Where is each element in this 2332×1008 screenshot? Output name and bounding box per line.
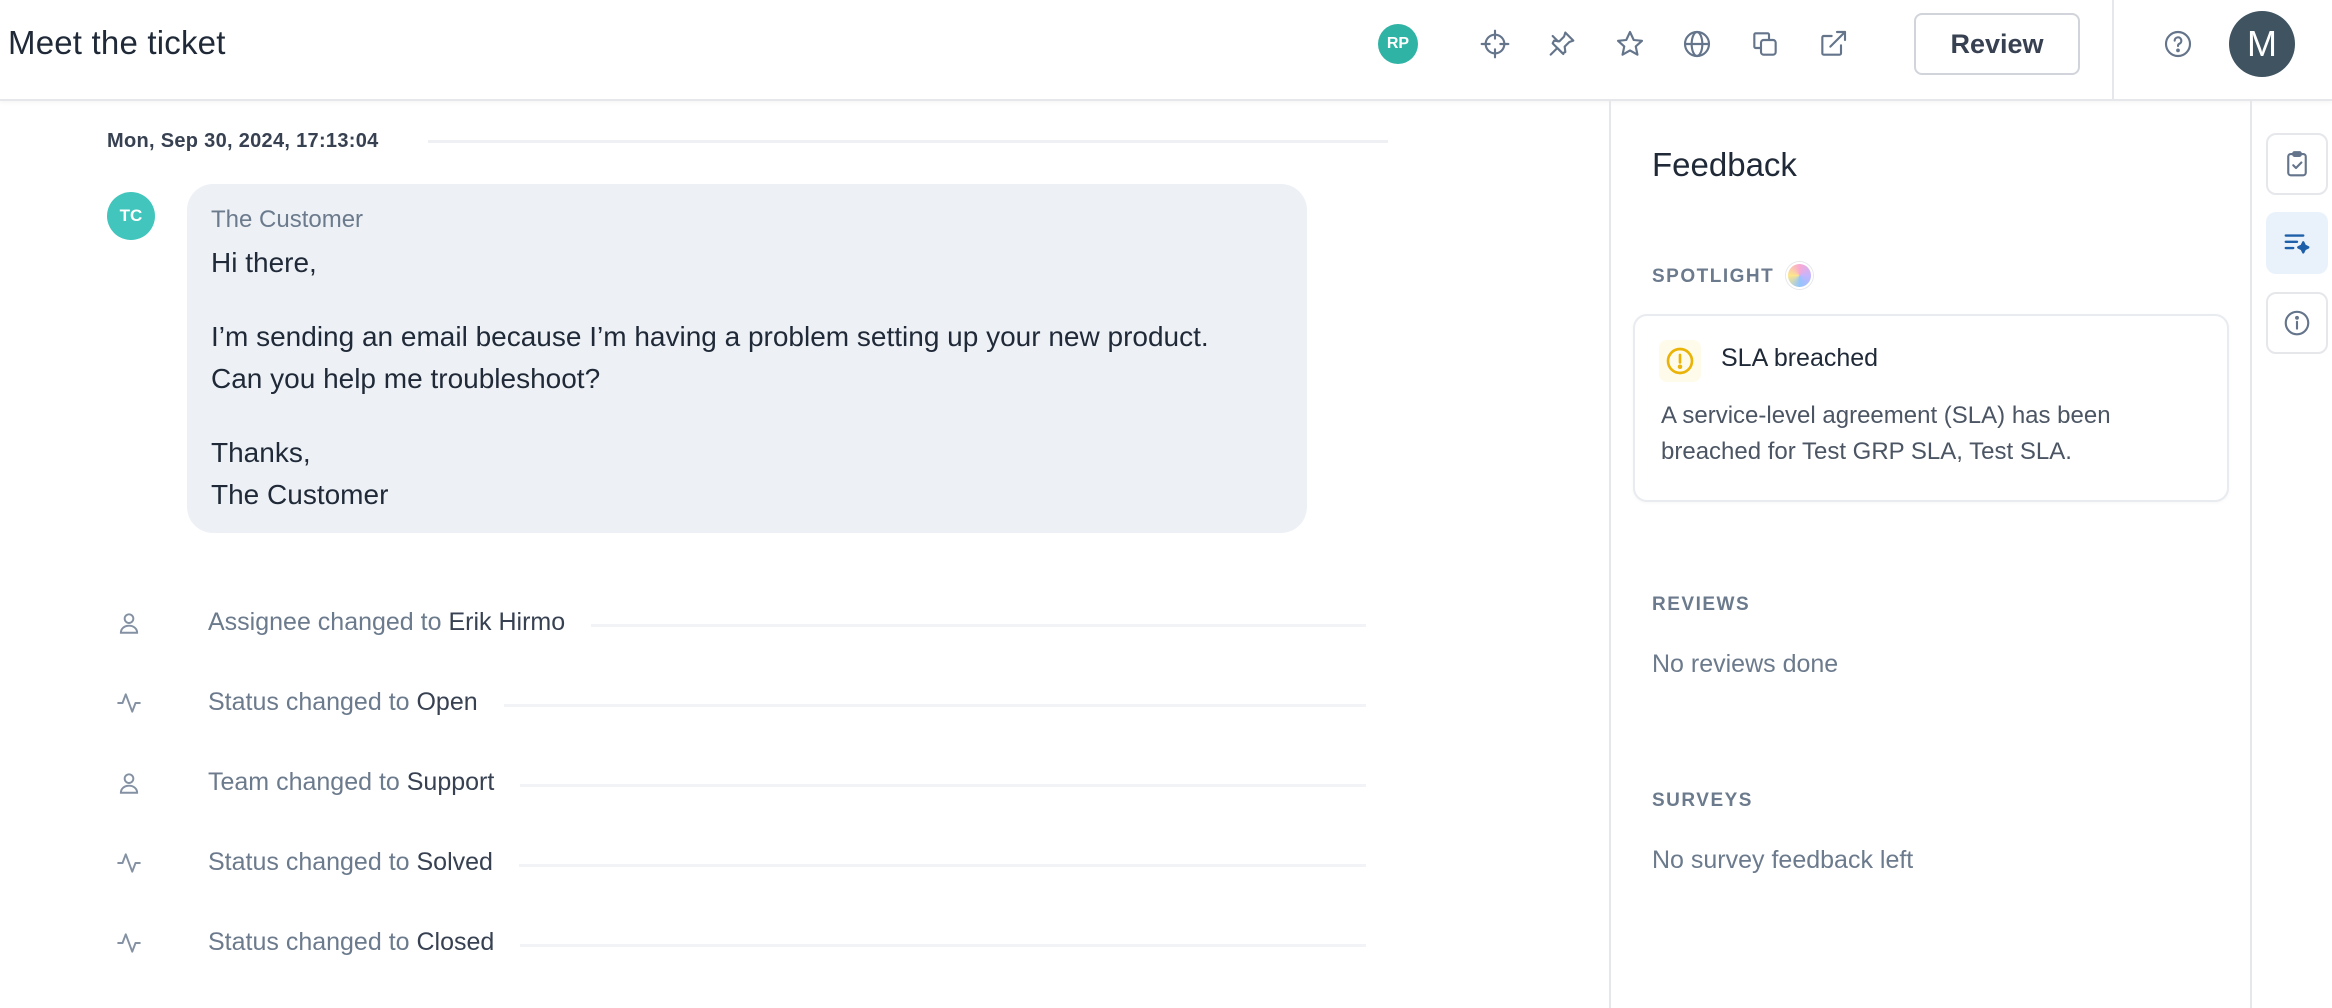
timestamp-divider [428, 140, 1388, 143]
feedback-title: Feedback [1652, 146, 1797, 183]
message-timestamp: Mon, Sep 30, 2024, 17:13:04 [107, 130, 379, 152]
event-row-assignee: Assignee changed to Erik Hirmo [110, 602, 1366, 642]
info-button[interactable] [2266, 292, 2328, 354]
info-icon [2284, 310, 2310, 336]
warning-icon [1659, 340, 1701, 382]
message-bubble: The Customer Hi there, I’m sending an em… [187, 184, 1307, 533]
clipboard-check-button[interactable] [2266, 133, 2328, 195]
sla-card-title: SLA breached [1721, 344, 1879, 372]
user-avatar[interactable]: M [2229, 11, 2295, 77]
event-text: Status changed to [208, 928, 417, 956]
message-signature: The Customer [211, 479, 389, 510]
activity-icon [117, 933, 141, 953]
sla-card-description: A service-level agreement (SLA) has been… [1661, 402, 2111, 465]
crosshair-icon[interactable] [1475, 24, 1515, 64]
event-value: Closed [416, 928, 495, 956]
reviews-label: REVIEWS [1652, 594, 1751, 615]
message-signoff: Thanks, [211, 437, 311, 468]
spotlight-label: SPOTLIGHT [1652, 266, 1775, 287]
message-greeting: Hi there, [211, 247, 317, 278]
panel-divider [1609, 101, 1611, 1008]
event-text: Assignee changed to [208, 608, 449, 636]
list-sparkle-icon [2284, 234, 2310, 254]
event-row-team: Team changed to Support [110, 762, 1366, 802]
feedback-tab-button[interactable] [2266, 212, 2328, 274]
message-sender: The Customer [211, 206, 364, 233]
assignee-avatar[interactable]: RP [1378, 24, 1418, 64]
event-row-status: Status changed to Open [110, 682, 1366, 722]
surveys-empty-text: No survey feedback left [1652, 846, 1914, 874]
external-link-icon[interactable] [1813, 24, 1853, 64]
copy-icon[interactable] [1745, 24, 1785, 64]
event-value: Open [416, 688, 478, 716]
event-text: Status changed to [208, 688, 417, 716]
event-text: Status changed to [208, 848, 417, 876]
message-body-line: Can you help me troubleshoot? [211, 363, 601, 394]
clipboard-check-icon [2287, 151, 2307, 177]
event-value: Solved [416, 848, 493, 876]
event-value: Support [406, 768, 495, 796]
person-icon [119, 613, 139, 634]
star-icon[interactable] [1610, 24, 1650, 64]
rail-divider [2250, 101, 2252, 1008]
event-value: Erik Hirmo [448, 608, 566, 636]
review-button[interactable]: Review [1914, 13, 2080, 75]
pin-icon[interactable] [1542, 24, 1582, 64]
activity-icon [117, 693, 141, 713]
header-divider [2112, 0, 2114, 100]
sla-breached-card[interactable]: SLA breached A service-level agreement (… [1633, 314, 2229, 502]
message-body-line: I’m sending an email because I’m having … [211, 321, 1209, 352]
page-title: Meet the ticket [8, 24, 226, 61]
event-row-status: Status changed to Solved [110, 842, 1366, 882]
surveys-label: SURVEYS [1652, 790, 1753, 811]
globe-icon[interactable] [1677, 24, 1717, 64]
person-icon [119, 773, 139, 794]
activity-icon [117, 853, 141, 873]
ticket-header: Meet the ticket RP Review M [0, 0, 2332, 101]
event-text: Team changed to [208, 768, 407, 796]
help-icon[interactable] [2158, 24, 2198, 64]
reviews-empty-text: No reviews done [1652, 650, 1839, 678]
event-row-status: Status changed to Closed [110, 922, 1366, 962]
customer-avatar: TC [107, 192, 155, 240]
spotlight-ai-icon [1786, 262, 1813, 289]
